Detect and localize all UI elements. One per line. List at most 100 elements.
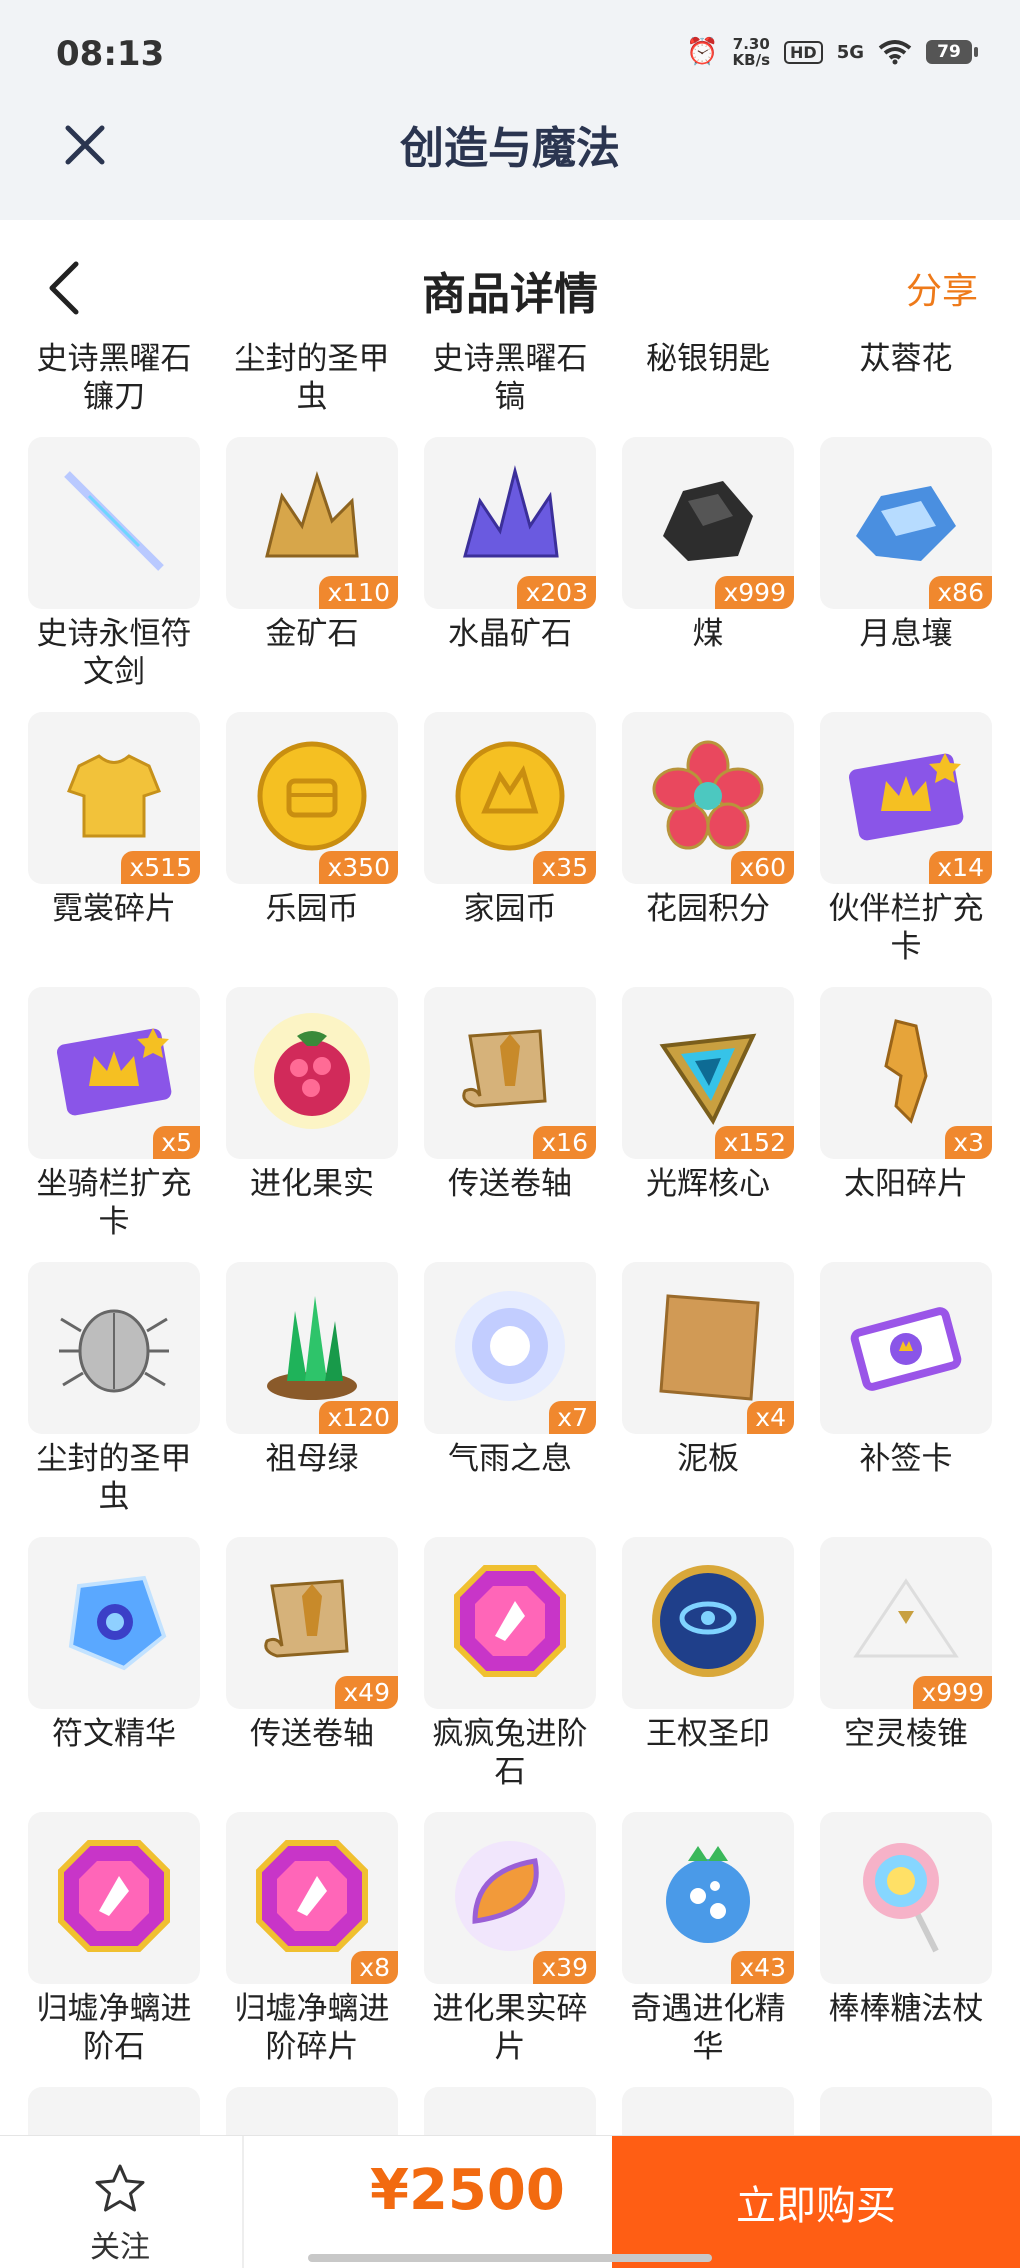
grid-item[interactable]: 符文精华 <box>28 1537 200 1812</box>
grid-item[interactable]: 王权圣印 <box>622 1537 794 1812</box>
emerald-icon <box>247 1281 377 1415</box>
grid-item[interactable]: 史诗黑曜石镰刀 <box>28 340 200 437</box>
item-count-badge: x120 <box>319 1401 398 1434</box>
item-tile[interactable]: x5 <box>28 987 200 1159</box>
item-tile[interactable] <box>28 437 200 609</box>
grid-item[interactable] <box>424 2087 596 2135</box>
item-label: 花园积分 <box>646 891 770 927</box>
item-tile[interactable]: x999 <box>622 437 794 609</box>
item-tile[interactable]: x4 <box>622 1262 794 1434</box>
grid-item[interactable]: 苁蓉花 <box>820 340 992 437</box>
item-tile[interactable] <box>424 2087 596 2135</box>
item-tile[interactable]: x350 <box>226 712 398 884</box>
grid-item[interactable]: 棒棒糖法杖 <box>820 1812 992 2087</box>
item-count-badge: x203 <box>517 576 596 609</box>
grid-item[interactable]: x120 祖母绿 <box>226 1262 398 1537</box>
item-tile[interactable] <box>622 1537 794 1709</box>
grid-item[interactable] <box>622 2087 794 2135</box>
grid-item[interactable] <box>28 2087 200 2135</box>
grid-item[interactable]: 秘银钥匙 <box>622 340 794 437</box>
item-tile[interactable]: x3 <box>820 987 992 1159</box>
top-header-area: 08:13 ⏰ 7.30 KB/s HD 5G 79 创造与魔法 <box>0 0 1020 220</box>
grid-item[interactable]: x39 进化果实碎片 <box>424 1812 596 2087</box>
grid-item[interactable]: x14 伙伴栏扩充卡 <box>820 712 992 987</box>
item-tile[interactable] <box>28 1812 200 1984</box>
item-tile[interactable]: x120 <box>226 1262 398 1434</box>
item-tile[interactable]: x35 <box>424 712 596 884</box>
grid-item[interactable]: x3 太阳碎片 <box>820 987 992 1262</box>
coin-icon <box>247 731 377 865</box>
item-tile[interactable]: x14 <box>820 712 992 884</box>
item-tile[interactable]: x515 <box>28 712 200 884</box>
sword-icon <box>49 456 179 590</box>
item-tile[interactable]: x999 <box>820 1537 992 1709</box>
grid-item[interactable]: x999 煤 <box>622 437 794 712</box>
item-tile[interactable]: x7 <box>424 1262 596 1434</box>
grid-item[interactable]: x4 泥板 <box>622 1262 794 1537</box>
item-tile[interactable] <box>226 2087 398 2135</box>
item-label: 传送卷轴 <box>250 1716 374 1752</box>
item-label: 家园币 <box>463 891 557 927</box>
item-tile[interactable] <box>28 1537 200 1709</box>
grid-item[interactable]: x86 月息壤 <box>820 437 992 712</box>
grid-item[interactable]: x16 传送卷轴 <box>424 987 596 1262</box>
grid-item[interactable]: 进化果实 <box>226 987 398 1262</box>
grid-item[interactable]: x49 传送卷轴 <box>226 1537 398 1812</box>
item-label: 光辉核心 <box>646 1166 770 1202</box>
alarm-icon: ⏰ <box>686 37 719 67</box>
grid-item[interactable]: x8 归墟净螭进阶碎片 <box>226 1812 398 2087</box>
home-indicator[interactable] <box>308 2254 712 2262</box>
grid-item[interactable]: x110 金矿石 <box>226 437 398 712</box>
status-time: 08:13 <box>56 34 165 74</box>
grid-item[interactable]: x152 光辉核心 <box>622 987 794 1262</box>
item-tile[interactable]: x203 <box>424 437 596 609</box>
grid-item[interactable]: 疯疯兔进阶石 <box>424 1537 596 1812</box>
item-label: 水晶矿石 <box>448 616 572 652</box>
item-tile[interactable] <box>820 1812 992 1984</box>
item-tile[interactable] <box>28 2087 200 2135</box>
favorite-button[interactable]: 关注 <box>60 2162 180 2266</box>
item-tile[interactable]: x110 <box>226 437 398 609</box>
grid-item[interactable]: x7 气雨之息 <box>424 1262 596 1537</box>
item-tile[interactable]: x43 <box>622 1812 794 1984</box>
grid-item[interactable] <box>820 2087 992 2135</box>
item-label: 进化果实碎片 <box>432 1991 588 2065</box>
item-tile[interactable]: x16 <box>424 987 596 1159</box>
grid-item[interactable]: 归墟净螭进阶石 <box>28 1812 200 2087</box>
grid-item[interactable]: x999 空灵棱锥 <box>820 1537 992 1812</box>
item-tile[interactable]: x60 <box>622 712 794 884</box>
grid-item[interactable] <box>226 2087 398 2135</box>
item-grid-viewport[interactable]: 史诗黑曜石镰刀 尘封的圣甲虫 史诗黑曜石镐 秘银钥匙 苁蓉花 史诗永恒符文剑 x110 金矿石… <box>0 340 1020 2135</box>
item-tile[interactable]: x39 <box>424 1812 596 1984</box>
grid-item[interactable]: x5 坐骑栏扩充卡 <box>28 987 200 1262</box>
grid-item[interactable]: 补签卡 <box>820 1262 992 1537</box>
item-icon <box>49 2106 179 2135</box>
item-count-badge: x7 <box>549 1401 596 1434</box>
item-tile[interactable]: x152 <box>622 987 794 1159</box>
item-tile[interactable] <box>820 1262 992 1434</box>
item-tile[interactable] <box>226 987 398 1159</box>
item-count-badge: x14 <box>929 851 992 884</box>
item-tile[interactable] <box>622 2087 794 2135</box>
item-tile[interactable] <box>424 1537 596 1709</box>
share-button[interactable]: 分享 <box>906 262 978 314</box>
grid-item[interactable]: 史诗永恒符文剑 <box>28 437 200 712</box>
item-tile[interactable]: x86 <box>820 437 992 609</box>
grid-item[interactable]: 尘封的圣甲虫 <box>28 1262 200 1537</box>
grid-item[interactable]: x35 家园币 <box>424 712 596 987</box>
item-label: 归墟净螭进阶石 <box>36 1991 192 2065</box>
grid-item[interactable]: 史诗黑曜石镐 <box>424 340 596 437</box>
grid-item[interactable]: x203 水晶矿石 <box>424 437 596 712</box>
grid-item[interactable]: x350 乐园币 <box>226 712 398 987</box>
item-tile[interactable] <box>820 2087 992 2135</box>
item-count-badge: x110 <box>319 576 398 609</box>
coal-icon <box>643 456 773 590</box>
grid-item[interactable]: x515 霓裳碎片 <box>28 712 200 987</box>
grid-item[interactable]: x60 花园积分 <box>622 712 794 987</box>
grid-item[interactable]: 尘封的圣甲虫 <box>226 340 398 437</box>
item-tile[interactable] <box>28 1262 200 1434</box>
grid-item[interactable]: x43 奇遇进化精华 <box>622 1812 794 2087</box>
item-tile[interactable]: x49 <box>226 1537 398 1709</box>
buy-now-button[interactable]: 立即购买 <box>612 2136 1020 2268</box>
item-tile[interactable]: x8 <box>226 1812 398 1984</box>
